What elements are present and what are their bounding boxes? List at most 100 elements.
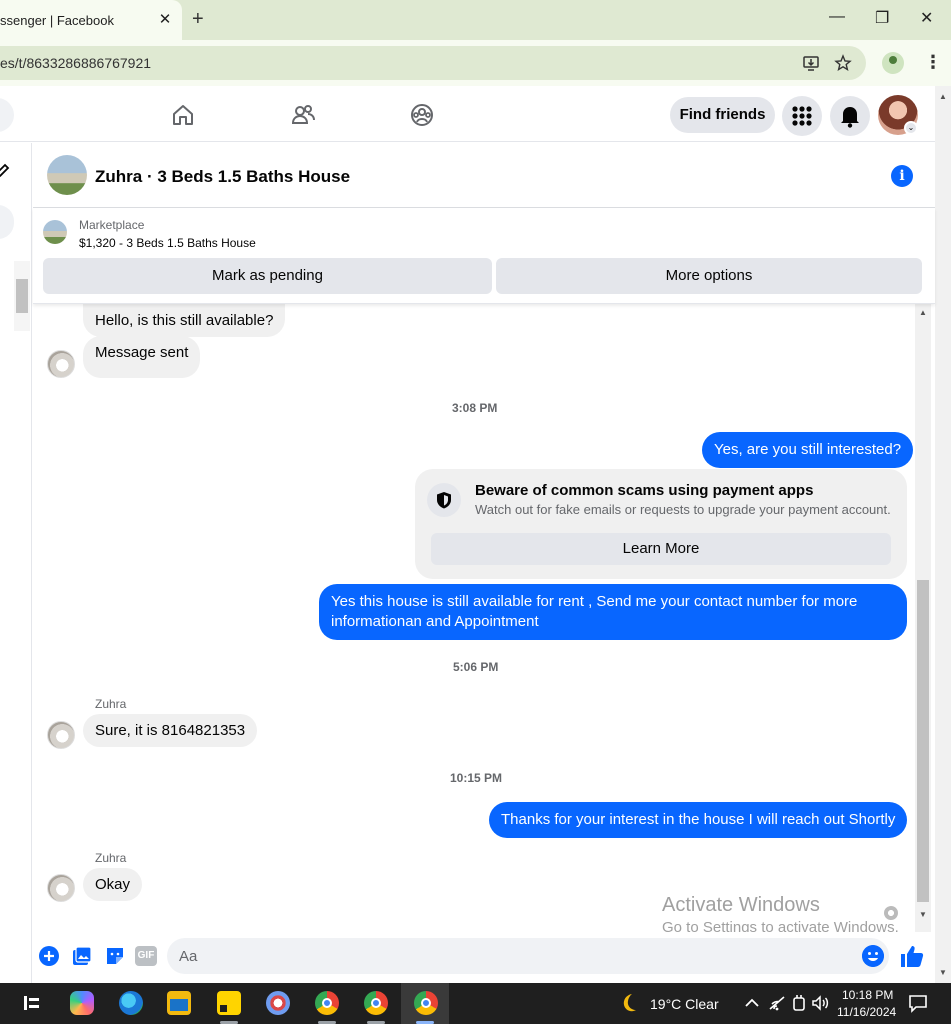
page-scrollbar[interactable]: ▲ ▼ [935, 86, 951, 983]
thumbs-up-icon[interactable] [899, 943, 925, 969]
sticker-icon[interactable] [104, 945, 126, 967]
chrome-active-icon[interactable] [414, 991, 438, 1015]
new-tab-icon[interactable]: + [192, 8, 204, 31]
copilot-icon[interactable] [70, 991, 94, 1015]
timestamp: 3:08 PM [452, 401, 498, 415]
listing-thumbnail[interactable] [43, 220, 67, 244]
grid-menu-icon [792, 106, 812, 126]
chats-search-input[interactable] [0, 205, 14, 239]
shield-icon-wrap [427, 483, 461, 517]
page-scroll-up-icon[interactable]: ▲ [939, 92, 947, 101]
groups-icon[interactable] [409, 102, 435, 128]
read-receipt-avatar [884, 906, 898, 920]
scam-warning-text: Watch out for fake emails or requests to… [475, 502, 891, 517]
message-bubble-sent[interactable]: Yes, are you still interested? [702, 432, 914, 468]
edge-icon[interactable] [119, 991, 143, 1015]
sidebar-scroll-thumb[interactable] [16, 279, 28, 313]
home-icon[interactable] [170, 102, 196, 128]
scroll-down-arrow-icon[interactable]: ▼ [919, 910, 927, 919]
chat-title[interactable]: Zuhra · 3 Beds 1.5 Baths House [95, 167, 350, 187]
file-explorer-icon[interactable] [167, 991, 191, 1015]
learn-more-button[interactable]: Learn More [431, 533, 891, 565]
tab-close-icon[interactable]: ✕ [158, 10, 172, 28]
search-field[interactable] [0, 98, 14, 132]
more-options-button[interactable]: More options [496, 258, 922, 294]
chevron-down-icon[interactable]: ⌄ [904, 121, 918, 135]
thread-scrollbar[interactable]: ▲ ▼ [915, 304, 931, 932]
listing-summary[interactable]: $1,320 - 3 Beds 1.5 Baths House [79, 236, 256, 250]
activate-windows-title: Activate Windows [662, 894, 820, 916]
timestamp: 5:06 PM [453, 660, 499, 674]
menu-button[interactable] [782, 96, 822, 136]
page-scroll-down-icon[interactable]: ▼ [939, 968, 947, 977]
shield-icon [437, 492, 451, 509]
info-icon[interactable]: i [891, 165, 913, 187]
message-thread[interactable]: Hello, is this still available? Message … [33, 304, 915, 932]
chat-header: Zuhra · 3 Beds 1.5 Baths House i [33, 143, 935, 208]
sender-avatar[interactable] [47, 874, 75, 902]
chrome-profile-a-icon[interactable] [315, 991, 339, 1015]
weather-text[interactable]: 19°C Clear [650, 996, 719, 1012]
wifi-icon[interactable] [765, 991, 789, 1015]
notifications-button[interactable] [830, 96, 870, 136]
message-bubble[interactable]: Message sent [83, 336, 201, 378]
sender-name: Zuhra [95, 851, 127, 865]
gif-icon[interactable]: GIF [135, 946, 157, 966]
moon-weather-icon[interactable] [617, 991, 641, 1015]
activate-windows-text: Go to Settings to activate Windows. [662, 919, 899, 932]
browser-tab[interactable]: ssenger | Facebook ✕ [0, 0, 182, 40]
find-friends-button[interactable]: Find friends [670, 97, 775, 133]
active-app-highlight[interactable] [401, 983, 449, 1024]
listing-avatar[interactable] [47, 155, 87, 195]
bookmark-star-icon[interactable] [834, 54, 852, 72]
bell-icon [841, 107, 859, 128]
thread-scroll-thumb[interactable] [917, 580, 929, 902]
facebook-header: Find friends ⌄ [0, 86, 935, 142]
sender-avatar[interactable] [47, 721, 75, 749]
window-close-icon[interactable]: ✕ [920, 8, 933, 28]
volume-icon[interactable] [808, 991, 832, 1015]
sticky-notes-icon[interactable] [217, 991, 241, 1015]
scam-warning-card: Beware of common scams using payment app… [415, 469, 907, 579]
message-bubble[interactable]: Sure, it is 8164821353 [83, 714, 258, 747]
message-bubble[interactable]: Hello, is this still available? [83, 304, 286, 337]
task-view-icon[interactable] [20, 991, 44, 1015]
notification-center-icon[interactable] [906, 991, 930, 1015]
browser-tab-bar: ssenger | Facebook ✕ + — ❐ ✕ [0, 0, 951, 40]
chevron-up-icon[interactable] [740, 991, 764, 1015]
chrome-profile-b-icon[interactable] [364, 991, 388, 1015]
photo-icon[interactable] [71, 945, 93, 967]
marketplace-banner: Marketplace $1,320 - 3 Beds 1.5 Baths Ho… [33, 208, 935, 304]
tab-title: ssenger | Facebook [0, 13, 114, 28]
plus-circle-icon[interactable] [38, 945, 60, 967]
restore-icon[interactable]: ❐ [875, 8, 889, 28]
paint-icon[interactable] [266, 991, 290, 1015]
compose-icon[interactable] [0, 161, 10, 179]
clock-time[interactable]: 10:18 PM [842, 988, 893, 1002]
message-input[interactable] [167, 938, 889, 974]
message-bubble-sent[interactable]: Yes this house is still available for re… [319, 584, 907, 640]
message-composer: GIF [33, 932, 935, 983]
mark-as-pending-button[interactable]: Mark as pending [43, 258, 492, 294]
windows-taskbar: 19°C Clear 10:18 PM 11/16/2024 [0, 983, 951, 1024]
url-text: es/t/8633286886767921 [0, 55, 152, 71]
chats-sidebar [0, 143, 32, 983]
install-app-icon[interactable] [802, 54, 820, 72]
address-bar-row: es/t/8633286886767921 ⋮ [0, 40, 951, 86]
timestamp: 10:15 PM [450, 771, 503, 785]
minimize-icon[interactable]: — [829, 8, 845, 26]
address-bar[interactable]: es/t/8633286886767921 [0, 46, 866, 80]
browser-menu-icon[interactable]: ⋮ [924, 52, 942, 73]
browser-profile-icon[interactable] [882, 52, 904, 74]
clock-date[interactable]: 11/16/2024 [837, 1005, 896, 1019]
scroll-up-arrow-icon[interactable]: ▲ [919, 308, 927, 317]
scam-warning-title: Beware of common scams using payment app… [475, 482, 814, 499]
message-bubble[interactable]: Okay [83, 868, 143, 901]
sender-avatar[interactable] [47, 350, 75, 378]
message-bubble-sent[interactable]: Thanks for your interest in the house I … [489, 802, 908, 838]
sidebar-scrollbar[interactable] [14, 261, 30, 331]
friends-icon[interactable] [290, 102, 316, 128]
emoji-icon[interactable] [862, 945, 884, 967]
marketplace-label: Marketplace [79, 218, 145, 232]
sender-name: Zuhra [95, 697, 127, 711]
